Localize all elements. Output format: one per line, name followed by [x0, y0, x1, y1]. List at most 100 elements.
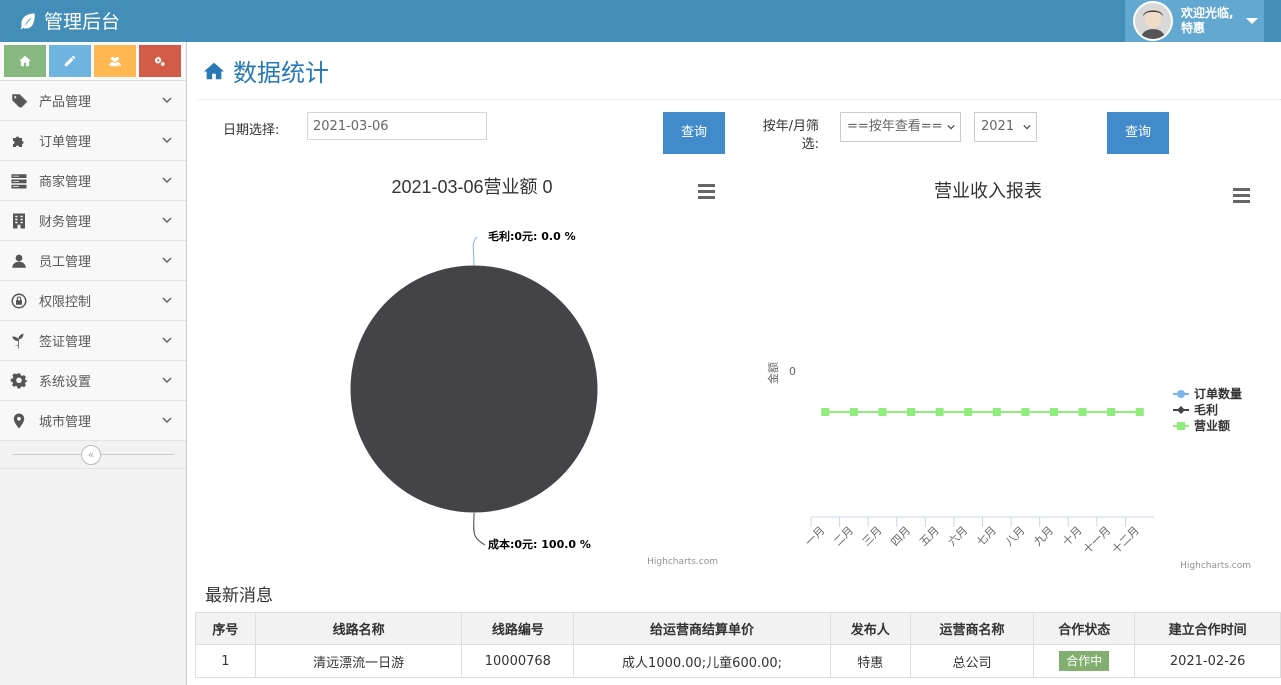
table-cell: 2021-02-26 — [1134, 644, 1281, 678]
data-point[interactable] — [878, 408, 887, 416]
line-series — [821, 408, 1144, 416]
map-marker-icon — [13, 413, 25, 428]
data-point[interactable] — [1021, 408, 1030, 416]
slice-label-cost: 成本:0元: 100.0 % — [488, 537, 591, 551]
legend-item[interactable]: 营业额 — [1173, 418, 1230, 433]
double-chevron-left-icon[interactable]: « — [81, 445, 101, 465]
x-tick-label: 六月 — [946, 524, 971, 549]
table-cell: 特惠 — [829, 644, 911, 678]
puzzle-icon — [13, 136, 24, 147]
column-header: 线路编号 — [461, 612, 575, 645]
column-header: 发布人 — [829, 612, 911, 645]
chevron-down-icon — [162, 337, 172, 344]
line-chart-credit[interactable]: Highcharts.com — [1180, 561, 1251, 571]
year-query-button[interactable]: 查询 — [1107, 112, 1169, 154]
chart-menu-icon[interactable] — [698, 184, 715, 199]
pie-slice-1[interactable] — [349, 264, 599, 514]
x-tick-label: 三月 — [860, 524, 885, 549]
data-point[interactable] — [907, 408, 916, 416]
table-body: 1 清远漂流一日游 10000768 成人1000.00;儿童600.00; 特惠 总公司… — [195, 644, 1281, 678]
legend-label: 营业额 — [1194, 418, 1230, 433]
sidebar-item-orders[interactable]: 订单管理 — [0, 121, 186, 161]
data-point[interactable] — [1049, 408, 1058, 416]
welcome-text: 欢迎光临, 特惠 — [1181, 6, 1234, 35]
table-cell: 合作中 — [1033, 644, 1136, 678]
x-tick-label: 八月 — [1003, 524, 1028, 549]
brand[interactable]: 管理后台 — [18, 7, 120, 34]
sidebar-item-cities[interactable]: 城市管理 — [0, 401, 186, 441]
chevron-down-icon — [947, 124, 955, 130]
caret-down-icon — [1245, 18, 1258, 24]
status-badge: 合作中 — [1059, 651, 1110, 671]
chevron-down-icon — [162, 417, 172, 424]
sidebar-collapse: « — [0, 441, 186, 469]
leaf-icon — [20, 13, 35, 29]
line-chart: 营业收入报表 金额 0 一月 二月 三月 四月 五月 六月 七月 八月 九月 十月十一月十二月 订… — [766, 181, 1251, 571]
data-point[interactable] — [935, 408, 944, 416]
home-icon — [203, 62, 225, 79]
mode-select[interactable]: ==按年查看== — [840, 112, 961, 142]
x-tick-label: 一月 — [803, 524, 828, 549]
avatar — [1133, 1, 1173, 41]
sidebar-item-permissions[interactable]: 权限控制 — [0, 281, 186, 321]
y-axis-label: 金额 — [766, 362, 780, 384]
data-point[interactable] — [821, 408, 830, 416]
legend-label: 毛利 — [1194, 402, 1218, 417]
main-content: 数据统计 日期选择: 查询 按年/月筛 选: ==按年查看== 2021 查询 … — [187, 42, 1281, 685]
legend: 订单数量毛利营业额 — [1173, 386, 1242, 433]
legend-item[interactable]: 订单数量 — [1173, 386, 1242, 401]
table-cell: 1 — [195, 644, 256, 678]
x-tick-label: 十二月 — [1109, 523, 1142, 556]
building-icon — [13, 213, 25, 228]
home-icon — [19, 55, 31, 67]
chevron-down-icon — [162, 137, 172, 144]
column-header: 合作状态 — [1033, 612, 1136, 645]
data-point[interactable] — [992, 408, 1001, 416]
legend-item[interactable]: 毛利 — [1173, 402, 1218, 417]
date-query-button[interactable]: 查询 — [663, 112, 725, 154]
data-point[interactable] — [1078, 408, 1087, 416]
x-tick-label: 九月 — [1031, 524, 1056, 549]
column-header: 序号 — [195, 612, 256, 645]
data-point[interactable] — [1107, 408, 1116, 416]
app-title: 管理后台 — [44, 11, 121, 33]
column-header: 建立合作时间 — [1134, 612, 1281, 645]
sidebar-item-products[interactable]: 产品管理 — [0, 81, 186, 121]
data-point[interactable] — [849, 408, 858, 416]
sidebar-item-merchants[interactable]: 商家管理 — [0, 161, 186, 201]
table-row: 1 清远漂流一日游 10000768 成人1000.00;儿童600.00; 特惠 总公司… — [195, 644, 1281, 678]
sidebar-item-visa[interactable]: 签证管理 — [0, 321, 186, 361]
legend-label: 订单数量 — [1194, 386, 1242, 401]
pie-slices — [349, 264, 599, 514]
pie-chart-credit[interactable]: Highcharts.com — [647, 557, 718, 567]
news-title: 最新消息 — [205, 586, 273, 606]
x-tick-label: 四月 — [888, 524, 913, 549]
user-icon — [12, 254, 26, 268]
sidebar-item-finance[interactable]: 财务管理 — [0, 201, 186, 241]
x-tick-label: 五月 — [917, 524, 942, 549]
table-cell: 总公司 — [909, 644, 1035, 678]
tags-icon — [12, 93, 28, 108]
slice-label-margin: 毛利:0元: 0.0 % — [488, 229, 576, 243]
year-month-label: 按年/月筛 选: — [762, 119, 819, 152]
sidebar-item-settings[interactable]: 系统设置 — [0, 361, 186, 401]
data-point[interactable] — [964, 408, 973, 416]
shortcut-cogs-button[interactable] — [139, 45, 181, 77]
year-select[interactable]: 2021 — [974, 112, 1037, 142]
leaf-icon — [12, 333, 24, 348]
date-input[interactable] — [307, 112, 487, 140]
sidebar-item-staff[interactable]: 员工管理 — [0, 241, 186, 281]
chevron-down-icon — [1023, 124, 1031, 130]
pie-chart: 2021-03-06营业额 0 毛利:0元: 0.0 % 成本:0元: 100.… — [349, 177, 718, 567]
table-cell: 清远漂流一日游 — [254, 644, 463, 678]
chevron-down-icon — [162, 177, 172, 184]
data-point[interactable] — [1135, 408, 1144, 416]
column-header: 运营商名称 — [909, 612, 1035, 645]
chart-menu-icon[interactable] — [1233, 188, 1250, 203]
line-chart-title: 营业收入报表 — [934, 181, 1042, 201]
shortcut-users-button[interactable] — [94, 45, 136, 77]
user-menu[interactable]: 欢迎光临, 特惠 — [1125, 0, 1264, 42]
shortcut-pencil-button[interactable] — [49, 45, 91, 77]
shortcut-home-button[interactable] — [4, 45, 46, 77]
date-label: 日期选择: — [223, 123, 280, 138]
